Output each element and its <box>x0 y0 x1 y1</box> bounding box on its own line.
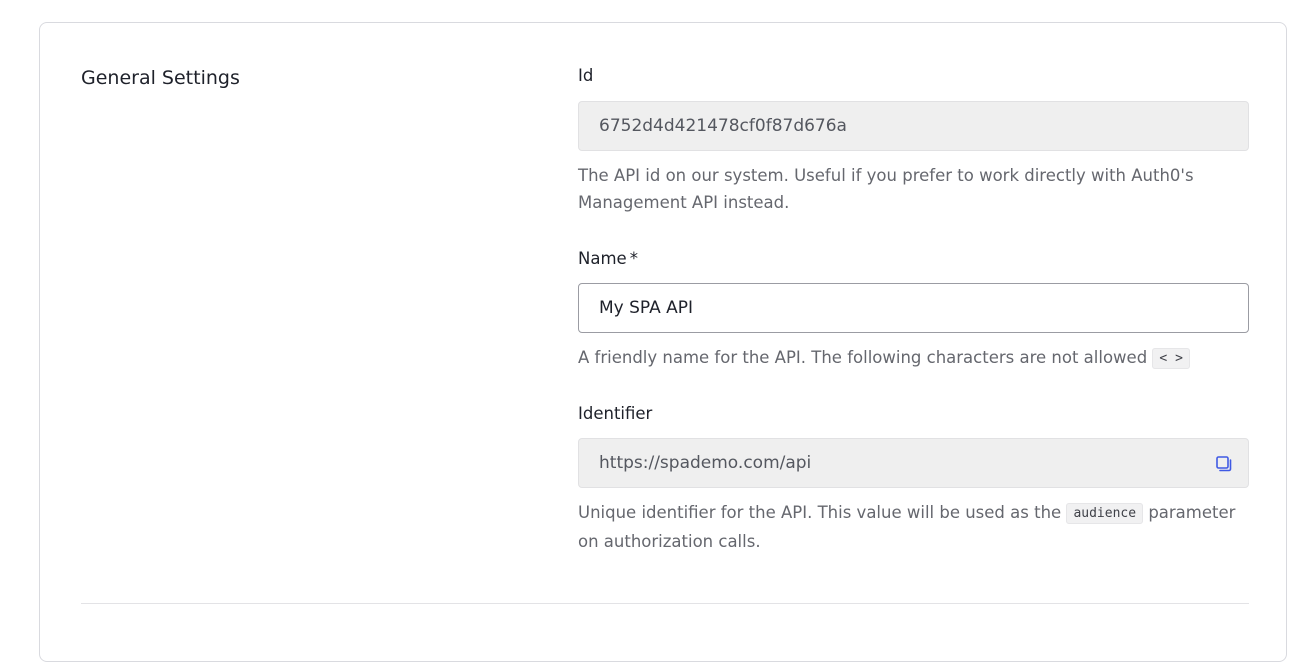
name-value: My SPA API <box>599 298 694 318</box>
identifier-label-text: Identifier <box>578 404 653 423</box>
id-label-text: Id <box>578 66 594 85</box>
id-field[interactable]: 6752d4d421478cf0f87d676a <box>578 101 1249 151</box>
name-help-text: A friendly name for the API. The followi… <box>578 344 1249 373</box>
copy-icon[interactable] <box>1214 454 1234 474</box>
section-divider <box>81 603 1249 604</box>
disallowed-chars-code: < > <box>1152 348 1190 369</box>
name-label: Name * <box>578 248 638 270</box>
name-label-text: Name <box>578 249 627 268</box>
required-marker: * <box>629 249 638 268</box>
identifier-help-prefix: Unique identifier for the API. This valu… <box>578 503 1062 522</box>
name-help-prefix: A friendly name for the API. The followi… <box>578 348 1148 367</box>
id-value: 6752d4d421478cf0f87d676a <box>599 116 847 136</box>
identifier-label: Identifier <box>578 403 652 425</box>
section-title: General Settings <box>81 67 240 89</box>
id-help-text: The API id on our system. Useful if you … <box>578 166 1194 212</box>
identifier-help-text: Unique identifier for the API. This valu… <box>578 499 1249 555</box>
settings-card: General Settings Id 6752d4d421478cf0f87d… <box>39 22 1287 662</box>
identifier-value: https://spademo.com/api <box>599 453 812 473</box>
identifier-field[interactable]: https://spademo.com/api <box>578 438 1249 488</box>
name-field[interactable]: My SPA API <box>578 283 1249 333</box>
audience-code: audience <box>1066 503 1144 524</box>
id-label: Id <box>578 65 593 87</box>
